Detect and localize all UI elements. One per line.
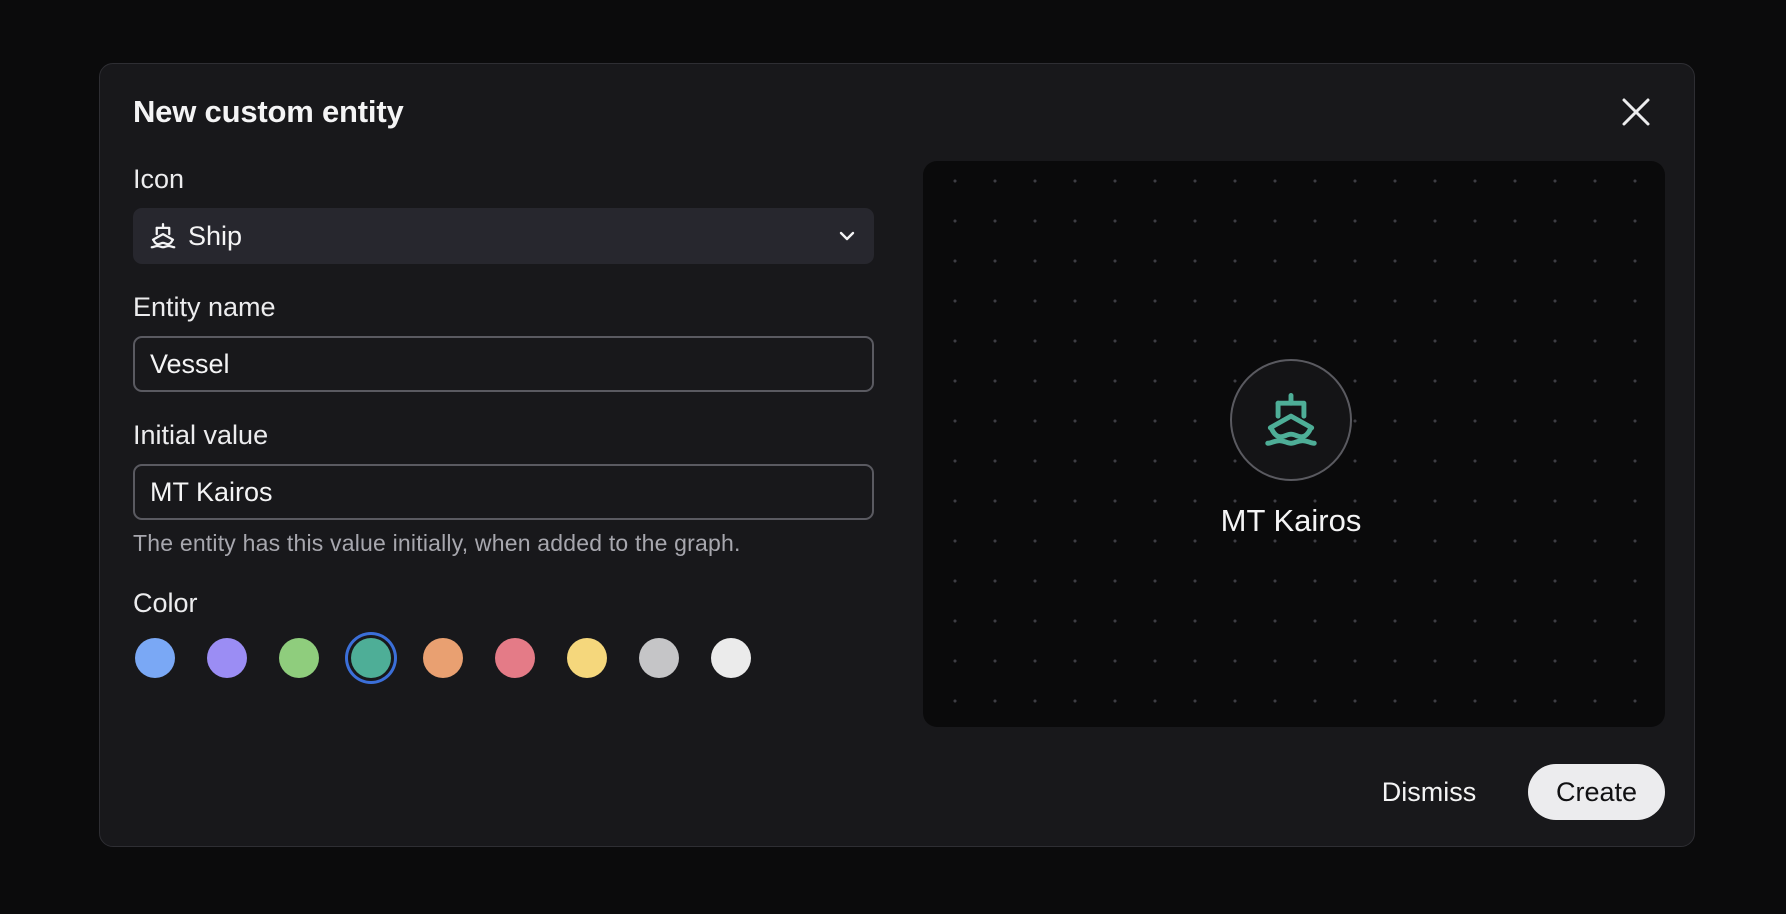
color-swatch-gray[interactable]: [639, 638, 679, 678]
dismiss-button[interactable]: Dismiss: [1370, 764, 1488, 820]
color-swatch-blue[interactable]: [135, 638, 175, 678]
close-icon: [1622, 98, 1650, 126]
preview-node-label: MT Kairos: [1220, 503, 1362, 538]
entity-name-label: Entity name: [133, 292, 276, 322]
icon-select[interactable]: Ship: [133, 208, 874, 264]
new-custom-entity-dialog: New custom entity Icon Ship Entity name …: [99, 63, 1695, 847]
initial-value-label: Initial value: [133, 420, 269, 450]
color-swatch-purple[interactable]: [207, 638, 247, 678]
initial-value-help-text: The entity has this value initially, whe…: [133, 530, 741, 556]
color-swatch-white[interactable]: [711, 638, 751, 678]
create-button[interactable]: Create: [1528, 764, 1665, 820]
color-swatch-orange[interactable]: [423, 638, 463, 678]
ship-icon: [1265, 393, 1317, 446]
icon-select-value: Ship: [188, 220, 243, 251]
entity-name-input[interactable]: [133, 336, 874, 392]
close-button[interactable]: [1618, 94, 1654, 130]
icon-label: Icon: [133, 164, 185, 194]
color-swatch-green[interactable]: [279, 638, 319, 678]
preview-node: [1230, 359, 1352, 481]
color-swatch-red[interactable]: [495, 638, 535, 678]
chevron-down-icon: [839, 231, 855, 241]
color-swatch-yellow[interactable]: [567, 638, 607, 678]
entity-preview-canvas: MT Kairos: [923, 161, 1665, 727]
color-swatch-teal[interactable]: [351, 638, 391, 678]
ship-icon: [150, 223, 176, 249]
color-label: Color: [133, 588, 198, 618]
initial-value-input[interactable]: [133, 464, 874, 520]
dialog-title: New custom entity: [133, 94, 404, 129]
